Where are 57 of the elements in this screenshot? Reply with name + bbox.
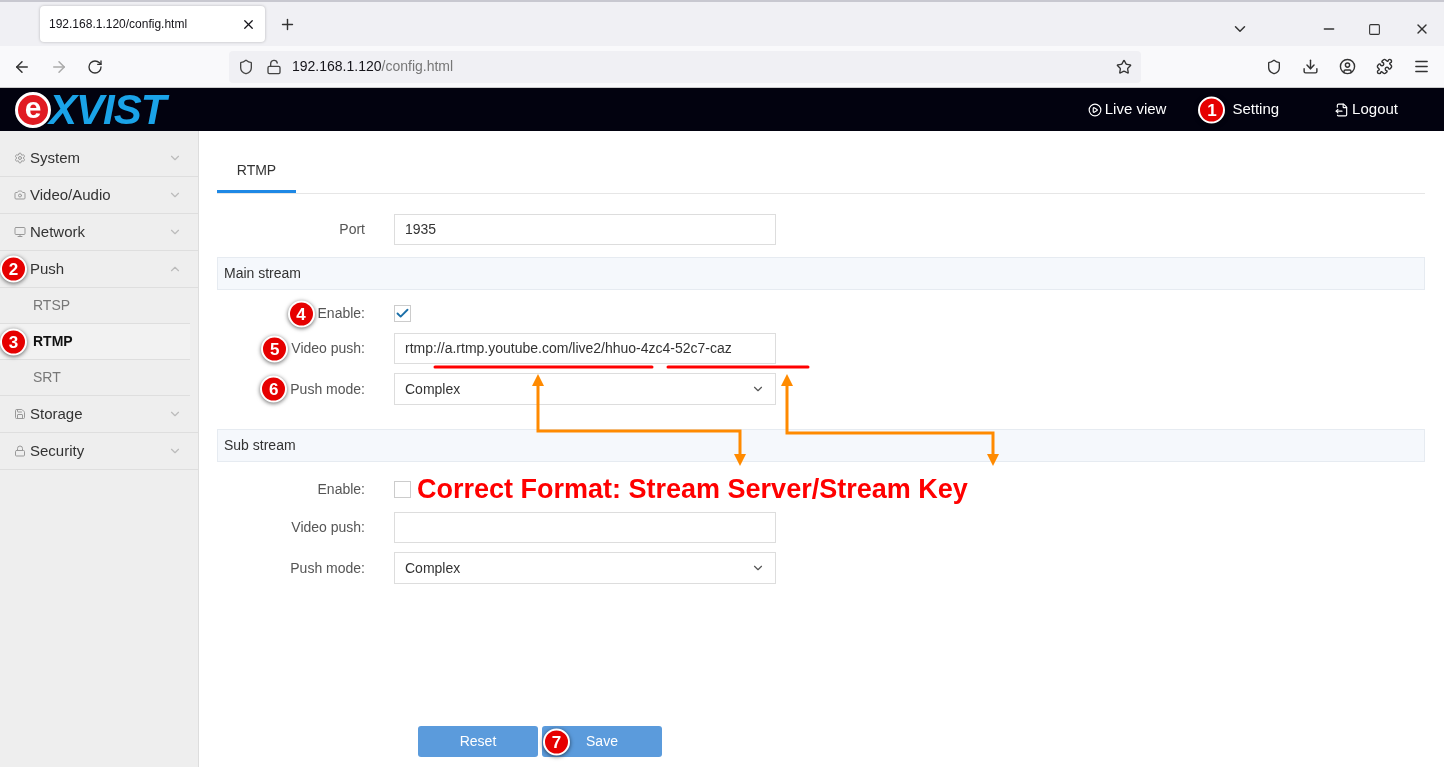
reload-icon[interactable]: [87, 58, 103, 75]
field-label: Port: [339, 221, 365, 237]
camera-icon: [14, 189, 26, 201]
browser-tab[interactable]: 192.168.1.120/config.html: [40, 6, 265, 42]
bookmark-star-icon[interactable]: [1116, 58, 1132, 75]
insecure-lock-icon: [266, 58, 282, 75]
nav-link[interactable]: Logout: [1335, 98, 1398, 121]
field-label: Push mode:: [290, 559, 365, 576]
field-label: Push mode:: [290, 380, 365, 397]
step-marker: 4: [287, 300, 315, 327]
url-path: /config.html: [381, 57, 454, 76]
section-header: Sub stream: [217, 429, 1425, 462]
sidebar-subitem[interactable]: SRT: [0, 360, 190, 396]
play-icon: [1087, 102, 1102, 117]
section-header: Main stream: [217, 257, 1425, 290]
video-push-field[interactable]: rtmp://a.rtmp.youtube.com/live2/hhuo-4zc4-52c7-caz: [394, 333, 776, 364]
field-label: Enable:: [317, 305, 365, 321]
lock-icon: [14, 445, 26, 457]
sidebar-item[interactable]: Network: [0, 214, 198, 251]
sidebar-item[interactable]: System: [0, 140, 198, 177]
port-field[interactable]: 1935: [394, 214, 776, 245]
menu-icon[interactable]: [1413, 58, 1430, 75]
step-marker: 6: [260, 375, 288, 403]
action-button[interactable]: 7 Save: [542, 726, 662, 757]
enable-checkbox[interactable]: [394, 305, 411, 322]
step-marker: 1: [1198, 96, 1226, 123]
sidebar-item[interactable]: 2 Push: [0, 251, 198, 288]
field-label: Video push:: [291, 519, 365, 535]
sidebar-subitem[interactable]: 3 RTMP: [0, 324, 190, 360]
maximize-icon[interactable]: [1368, 22, 1381, 36]
field-label: Enable:: [317, 481, 365, 497]
step-marker: 3: [0, 328, 27, 355]
download-icon[interactable]: [1302, 58, 1319, 75]
sidebar-item[interactable]: Storage: [0, 396, 198, 433]
address-bar[interactable]: 192.168.1.120/config.html: [229, 50, 1141, 83]
logout-icon: [1335, 102, 1350, 117]
account-icon[interactable]: [1339, 58, 1356, 75]
new-tab-icon[interactable]: [279, 16, 296, 33]
tab[interactable]: RTMP: [217, 150, 296, 193]
step-marker: 7: [543, 728, 570, 755]
sidebar-item[interactable]: Security: [0, 433, 198, 470]
video-push-field[interactable]: [394, 512, 776, 543]
step-marker: 5: [261, 335, 289, 362]
extensions-icon[interactable]: [1376, 58, 1393, 75]
step-marker: 2: [0, 255, 27, 283]
nav-link[interactable]: Live view: [1087, 98, 1167, 121]
check-icon: [395, 306, 410, 321]
push-mode-select[interactable]: Complex: [394, 373, 776, 405]
shield-icon: [238, 58, 254, 75]
push-mode-select[interactable]: Complex: [394, 552, 776, 584]
url-host: 192.168.1.120: [292, 57, 382, 76]
gear-icon: [14, 152, 26, 164]
enable-checkbox[interactable]: [394, 481, 411, 498]
field-label: Video push:: [291, 340, 365, 356]
monitor-icon: [14, 226, 26, 238]
format-note: Correct Format: Stream Server/Stream Key: [417, 476, 968, 503]
sidebar-item[interactable]: Video/Audio: [0, 177, 198, 214]
